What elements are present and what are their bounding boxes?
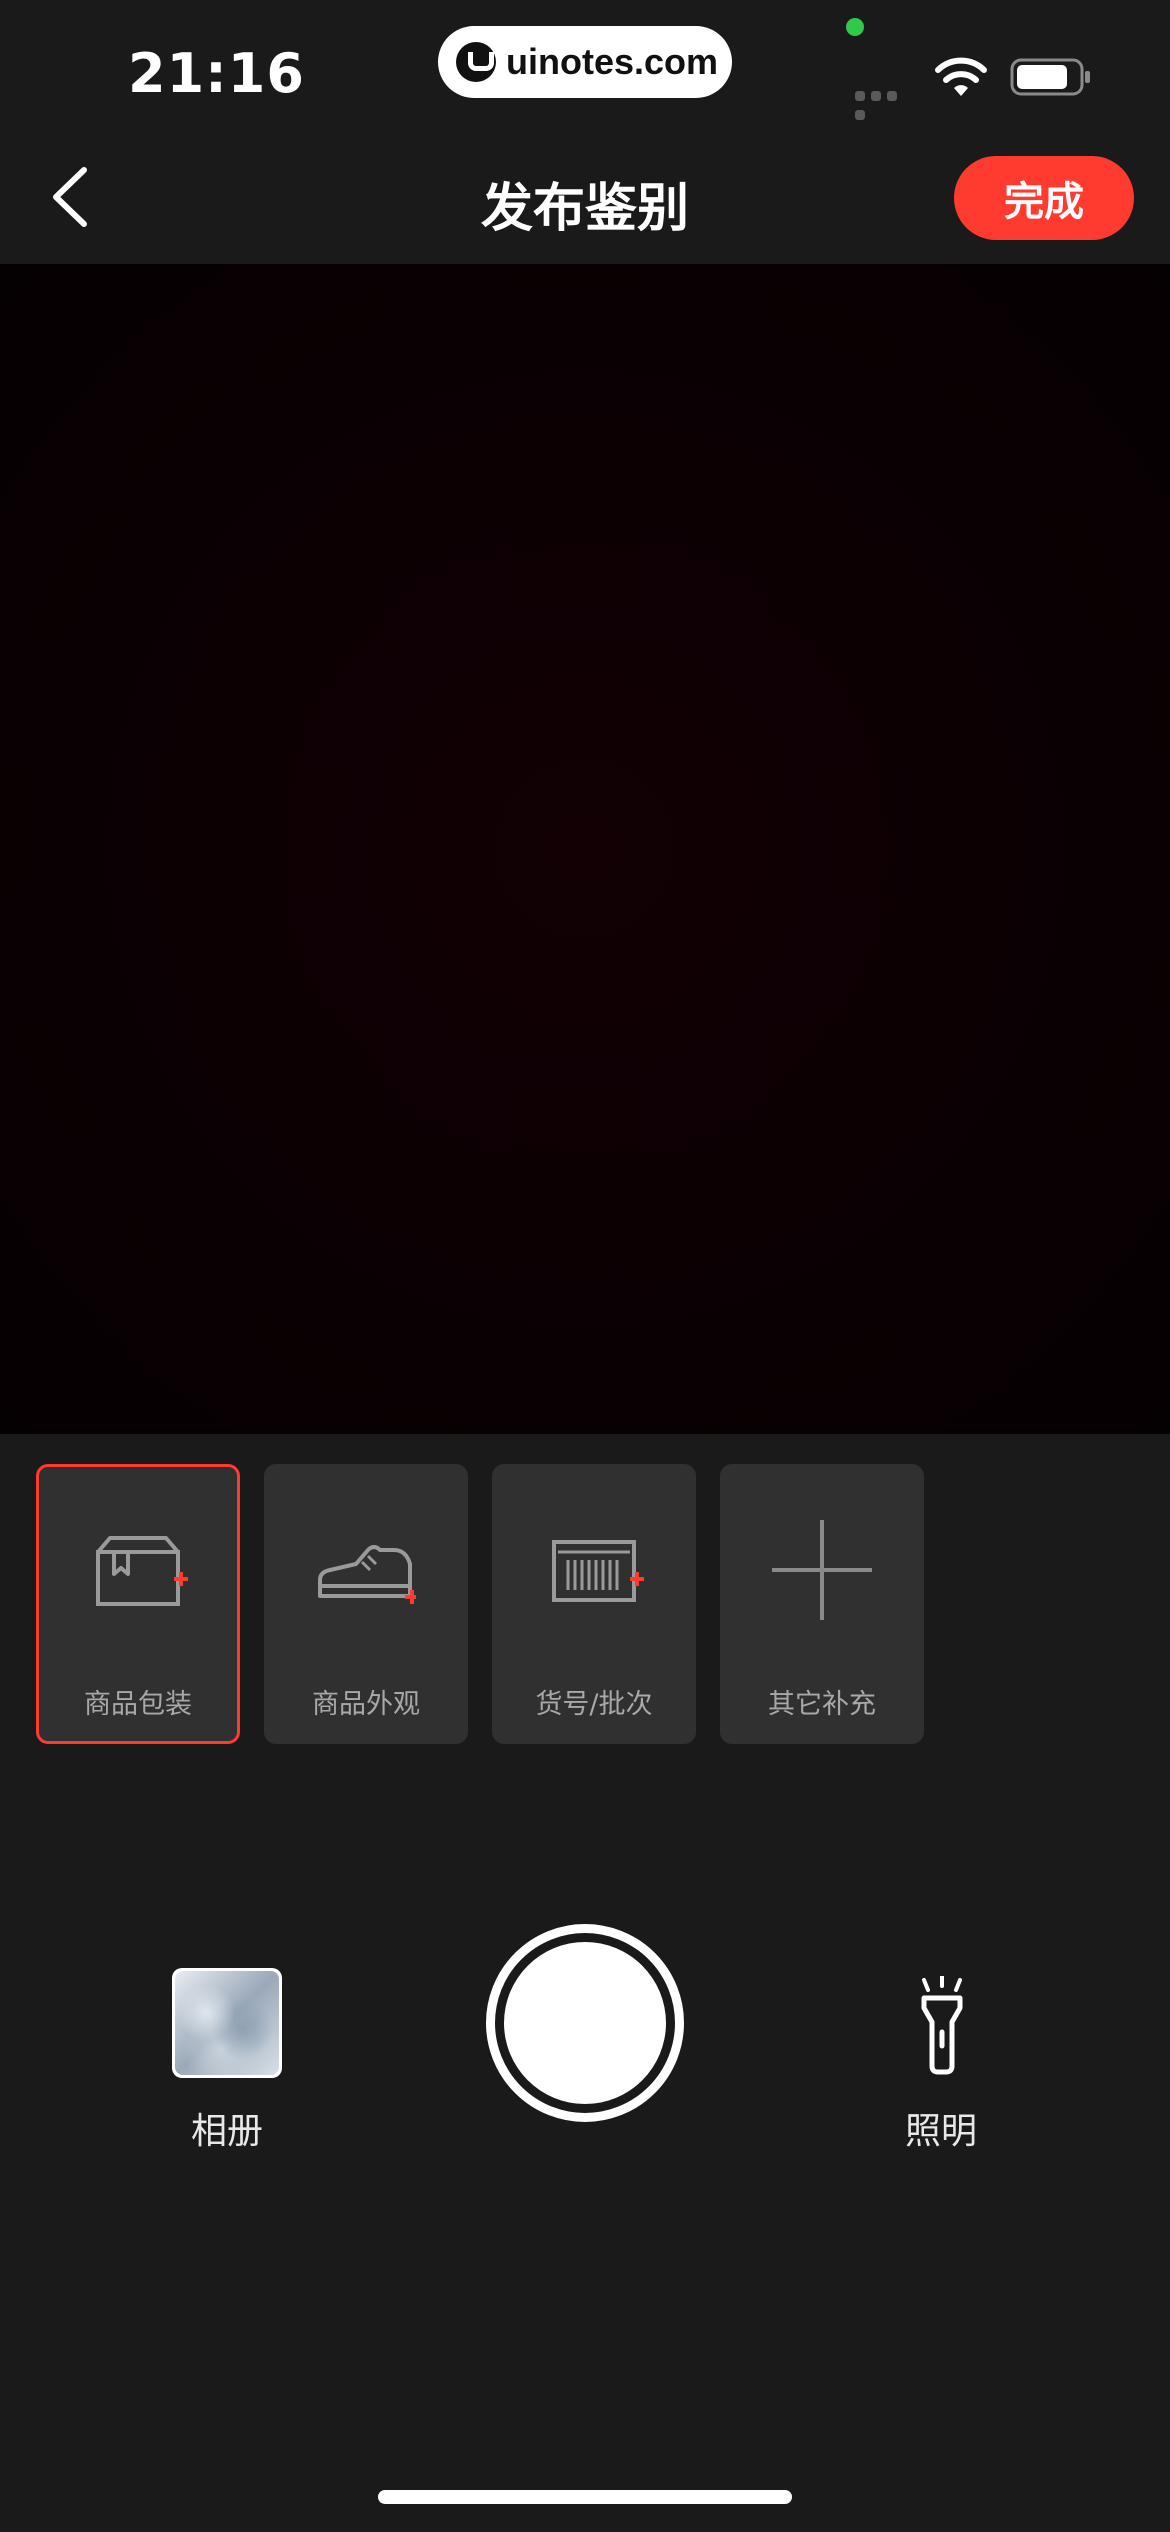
watermark-badge: uinotes.com	[438, 26, 732, 98]
camera-screen: 21:16 uinotes.com 发布鉴别 完成 商品包装 商品外观 货号/批…	[0, 0, 1170, 2532]
flashlight-label[interactable]: 照明	[866, 2102, 1016, 2154]
home-indicator[interactable]	[378, 2490, 792, 2504]
plus-icon	[772, 1520, 872, 1620]
wifi-icon	[935, 57, 987, 96]
category-label: 商品包装	[84, 1689, 192, 1720]
category-card-batch-number[interactable]: 货号/批次	[492, 1464, 696, 1744]
navigation-bar: 发布鉴别 完成	[0, 130, 1170, 264]
category-label: 货号/批次	[535, 1689, 653, 1720]
shutter-button-icon	[504, 1942, 666, 2104]
album-button[interactable]	[172, 1968, 282, 2078]
watermark-logo-icon	[456, 42, 496, 82]
category-label: 商品外观	[312, 1689, 420, 1720]
category-card-appearance[interactable]: 商品外观	[264, 1464, 468, 1744]
camera-viewfinder[interactable]	[0, 264, 1170, 1434]
package-box-icon	[96, 1536, 188, 1606]
category-label: 其它补充	[768, 1689, 876, 1720]
album-thumbnail	[175, 1971, 279, 2075]
barcode-label-icon	[552, 1540, 644, 1602]
done-button[interactable]: 完成	[954, 156, 1134, 240]
photo-category-list: 商品包装 商品外观 货号/批次 其它补充	[36, 1464, 948, 1744]
category-card-other[interactable]: 其它补充	[720, 1464, 924, 1744]
battery-icon	[1010, 58, 1090, 96]
cellular-signal-icon	[855, 86, 917, 120]
flashlight-icon[interactable]	[902, 1976, 982, 2076]
shutter-button[interactable]	[486, 1924, 684, 2122]
sneaker-icon	[318, 1545, 416, 1604]
album-label[interactable]: 相册	[152, 2102, 302, 2154]
privacy-indicator-dot	[846, 18, 864, 36]
category-card-packaging[interactable]: 商品包装	[36, 1464, 240, 1744]
status-time: 21:16	[128, 42, 305, 105]
watermark-text: uinotes.com	[506, 41, 719, 82]
status-bar: 21:16 uinotes.com	[0, 0, 1170, 130]
